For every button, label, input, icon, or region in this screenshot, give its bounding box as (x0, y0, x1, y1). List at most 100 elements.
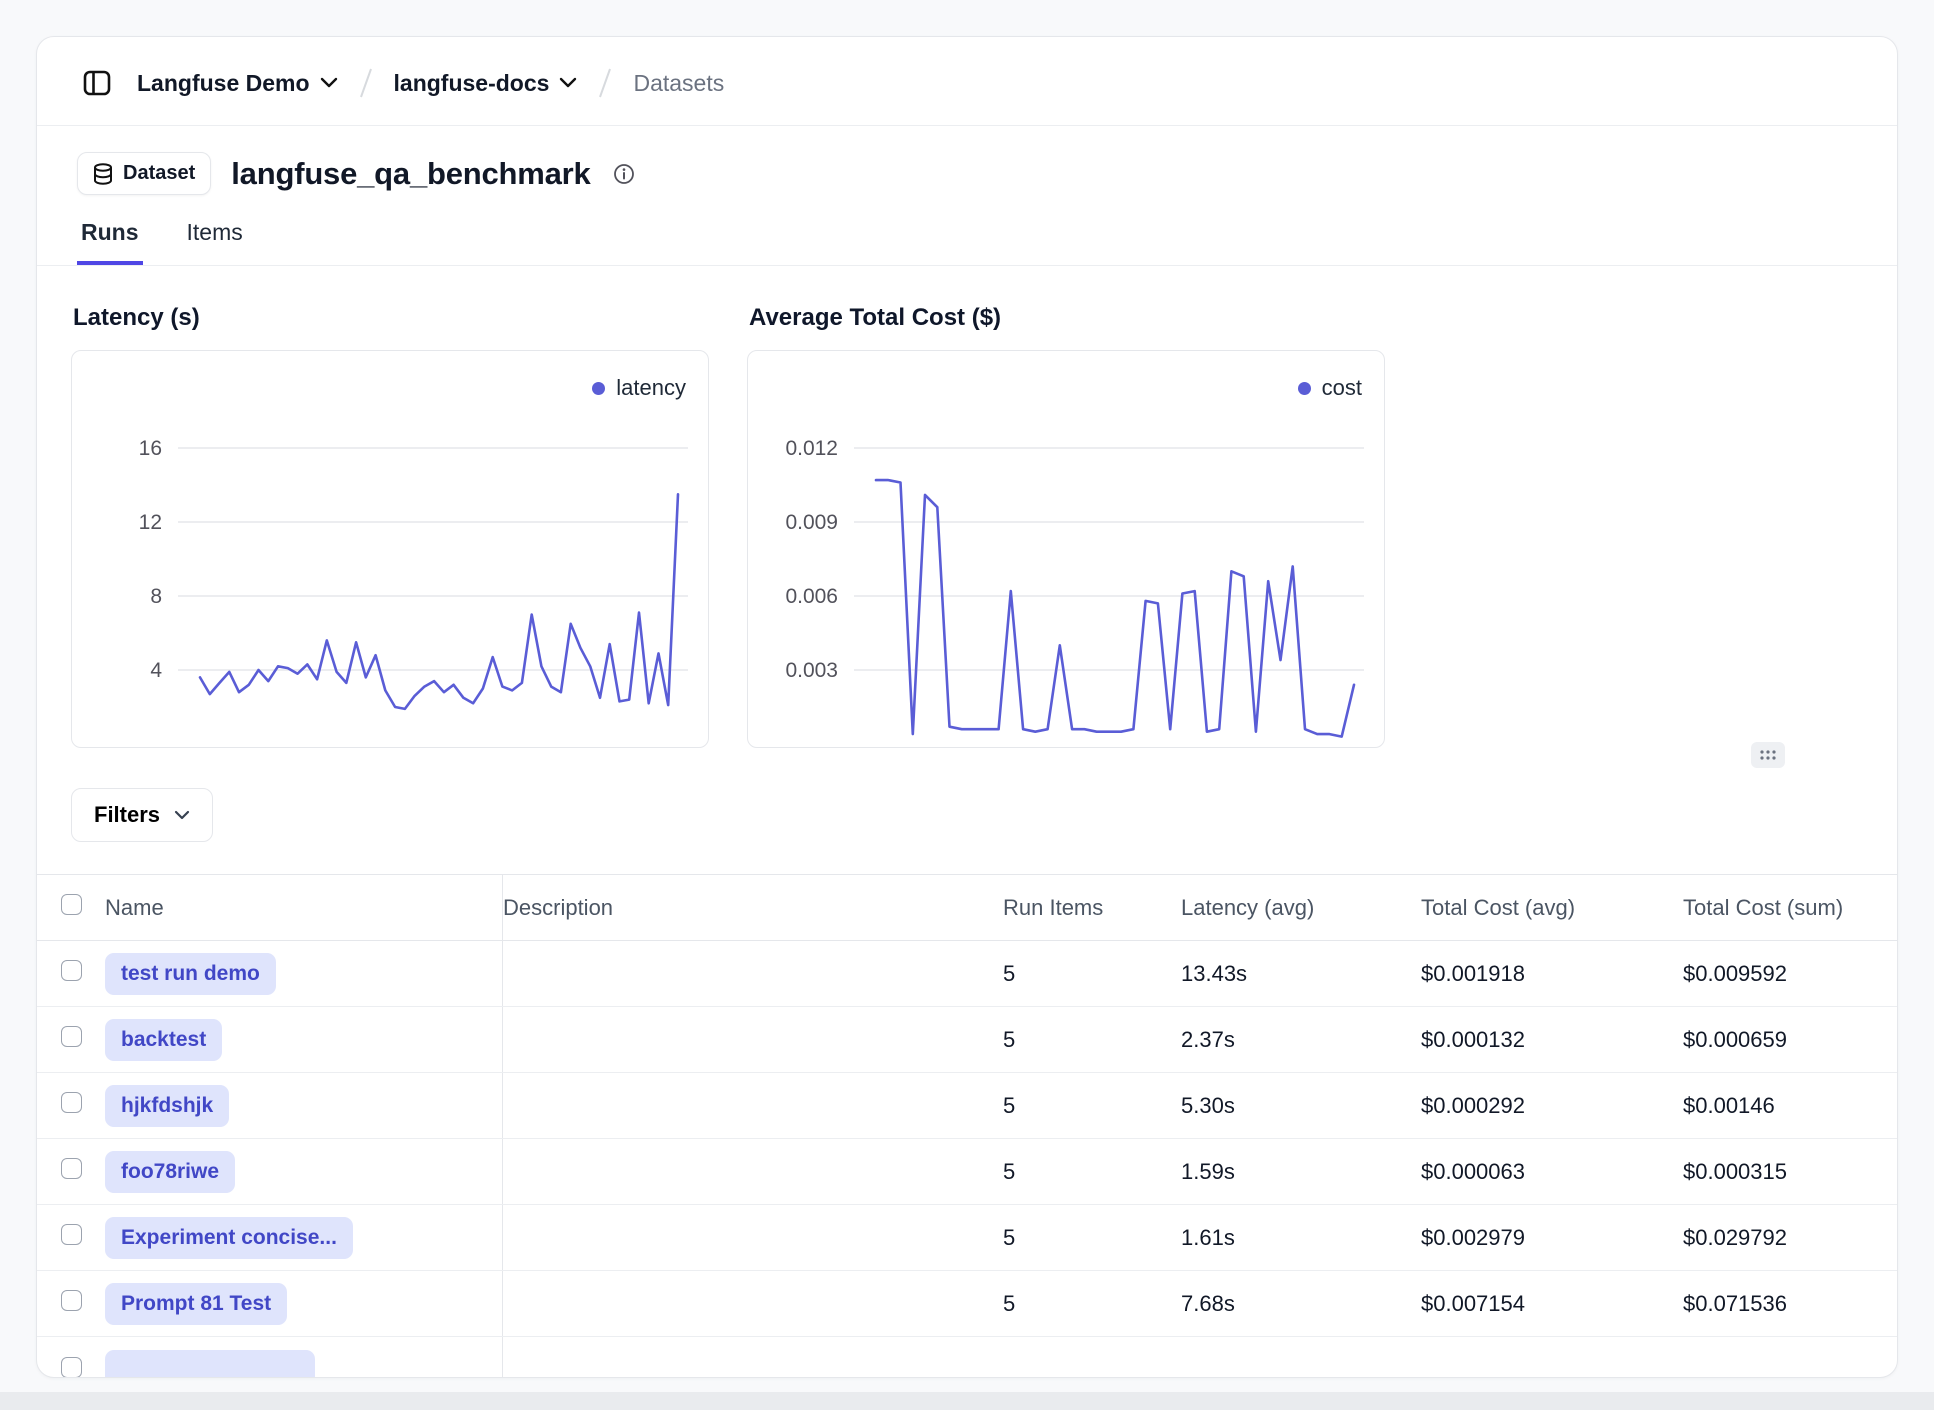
panel-left-icon (83, 70, 111, 96)
svg-text:0.003: 0.003 (785, 659, 838, 682)
breadcrumb-section[interactable]: Datasets (633, 70, 724, 97)
run-name-badge[interactable]: test run demo (105, 953, 276, 995)
run-name-badge[interactable]: foo78riwe (105, 1151, 235, 1193)
row-checkbox[interactable] (61, 1224, 82, 1245)
dataset-header: Dataset langfuse_qa_benchmark (37, 126, 1897, 195)
total-cost-avg-value: $0.002979 (1421, 1225, 1683, 1251)
svg-text:0.009: 0.009 (785, 511, 838, 534)
row-checkbox[interactable] (61, 1026, 82, 1047)
page: { "colors":{ "accent":"#4f46e5", "line":… (0, 0, 1934, 1410)
svg-text:0.012: 0.012 (785, 437, 838, 460)
info-icon[interactable] (613, 163, 635, 185)
column-header-description: Description (503, 895, 1003, 921)
database-icon (93, 163, 113, 185)
project-selector[interactable]: langfuse-docs (394, 70, 578, 97)
latency-avg-value: 2.37s (1181, 1027, 1421, 1053)
latency-chart-block: Latency (s) latency 481216 (71, 304, 709, 748)
table-row[interactable]: hjkfdshjk 5 5.30s $0.000292 $0.00146 (37, 1073, 1897, 1139)
tab-items[interactable]: Items (183, 219, 247, 265)
dataset-badge: Dataset (77, 152, 211, 195)
run-name-badge[interactable]: Experiment concise... (105, 1217, 353, 1259)
svg-text:0.006: 0.006 (785, 585, 838, 608)
charts-section: Latency (s) latency 481216 Average Total… (37, 266, 1897, 748)
column-header-run-items: Run Items (1003, 895, 1181, 921)
table-row[interactable]: foo78riwe 5 1.59s $0.000063 $0.000315 (37, 1139, 1897, 1205)
latency-legend: latency (592, 375, 686, 401)
cost-legend-label: cost (1322, 375, 1362, 401)
column-header-total-cost-sum: Total Cost (sum) (1683, 895, 1897, 921)
total-cost-avg-value: $0.000132 (1421, 1027, 1683, 1053)
cost-chart: cost 0.003 0.006 0.009 0.012 (747, 350, 1385, 748)
cost-legend: cost (1298, 375, 1362, 401)
latency-line-plot: 481216 (72, 351, 708, 747)
chevron-down-icon (559, 77, 577, 89)
select-all-checkbox[interactable] (61, 894, 82, 915)
latency-avg-value: 1.61s (1181, 1225, 1421, 1251)
run-items-count: 5 (1003, 1225, 1181, 1251)
run-items-count: 5 (1003, 1291, 1181, 1317)
total-cost-avg-value: $0.007154 (1421, 1291, 1683, 1317)
run-name-badge[interactable]: hjkfdshjk (105, 1085, 229, 1127)
column-header-name: Name (103, 875, 503, 940)
table-row-partial[interactable] (37, 1337, 1897, 1378)
latency-chart: latency 481216 (71, 350, 709, 748)
total-cost-avg-value: $0.000063 (1421, 1159, 1683, 1185)
latency-legend-label: latency (616, 375, 686, 401)
total-cost-avg-value: $0.000292 (1421, 1093, 1683, 1119)
total-cost-sum-value: $0.071536 (1683, 1291, 1897, 1317)
table-row[interactable]: test run demo 5 13.43s $0.001918 $0.0095… (37, 941, 1897, 1007)
total-cost-sum-value: $0.000659 (1683, 1027, 1897, 1053)
row-checkbox[interactable] (61, 1357, 82, 1378)
legend-dot-icon (592, 382, 605, 395)
cost-line-plot: 0.003 0.006 0.009 0.012 (748, 351, 1384, 747)
total-cost-sum-value: $0.009592 (1683, 961, 1897, 987)
latency-avg-value: 1.59s (1181, 1159, 1421, 1185)
runs-table: Name Description Run Items Latency (avg)… (37, 874, 1897, 1378)
legend-dot-icon (1298, 382, 1311, 395)
project-name: langfuse-docs (394, 70, 550, 97)
table-row[interactable]: backtest 5 2.37s $0.000132 $0.000659 (37, 1007, 1897, 1073)
filters-label: Filters (94, 802, 160, 828)
tab-bar: Runs Items (37, 195, 1897, 266)
cost-chart-block: Average Total Cost ($) cost 0.0030.0060.… (747, 304, 1385, 748)
run-items-count: 5 (1003, 961, 1181, 987)
page-title: langfuse_qa_benchmark (231, 156, 590, 192)
org-name: Langfuse Demo (137, 70, 310, 97)
chevron-down-icon (174, 810, 190, 821)
main-panel: Langfuse Demo langfuse-docs Datasets (36, 36, 1898, 1378)
table-row[interactable]: Prompt 81 Test 5 7.68s $0.007154 $0.0715… (37, 1271, 1897, 1337)
filters-button[interactable]: Filters (71, 788, 213, 842)
column-header-latency-avg: Latency (avg) (1181, 895, 1421, 921)
drag-handle-icon[interactable] (1751, 742, 1785, 768)
column-header-total-cost-avg: Total Cost (avg) (1421, 895, 1683, 921)
chevron-down-icon (320, 77, 338, 89)
breadcrumb: Langfuse Demo langfuse-docs Datasets (37, 37, 1897, 126)
tab-runs[interactable]: Runs (77, 219, 143, 265)
svg-text:12: 12 (139, 511, 162, 534)
table-body: test run demo 5 13.43s $0.001918 $0.0095… (37, 941, 1897, 1337)
run-items-count: 5 (1003, 1027, 1181, 1053)
latency-avg-value: 5.30s (1181, 1093, 1421, 1119)
run-items-count: 5 (1003, 1159, 1181, 1185)
dataset-badge-label: Dataset (123, 162, 195, 185)
sidebar-toggle-icon[interactable] (77, 63, 117, 103)
latency-avg-value: 13.43s (1181, 961, 1421, 987)
latency-avg-value: 7.68s (1181, 1291, 1421, 1317)
run-name-badge[interactable]: Prompt 81 Test (105, 1283, 287, 1325)
tools-row: Filters (37, 748, 1897, 842)
row-checkbox[interactable] (61, 1158, 82, 1179)
run-items-count: 5 (1003, 1093, 1181, 1119)
total-cost-sum-value: $0.00146 (1683, 1093, 1897, 1119)
svg-text:8: 8 (150, 585, 162, 608)
table-row[interactable]: Experiment concise... 5 1.61s $0.002979 … (37, 1205, 1897, 1271)
horizontal-scrollbar[interactable] (0, 1392, 1934, 1410)
row-checkbox[interactable] (61, 1092, 82, 1113)
total-cost-avg-value: $0.001918 (1421, 961, 1683, 987)
run-name-badge[interactable] (105, 1350, 315, 1378)
row-checkbox[interactable] (61, 1290, 82, 1311)
run-name-badge[interactable]: backtest (105, 1019, 222, 1061)
svg-text:4: 4 (150, 659, 162, 682)
row-checkbox[interactable] (61, 960, 82, 981)
table-header: Name Description Run Items Latency (avg)… (37, 875, 1897, 941)
org-selector[interactable]: Langfuse Demo (137, 70, 338, 97)
